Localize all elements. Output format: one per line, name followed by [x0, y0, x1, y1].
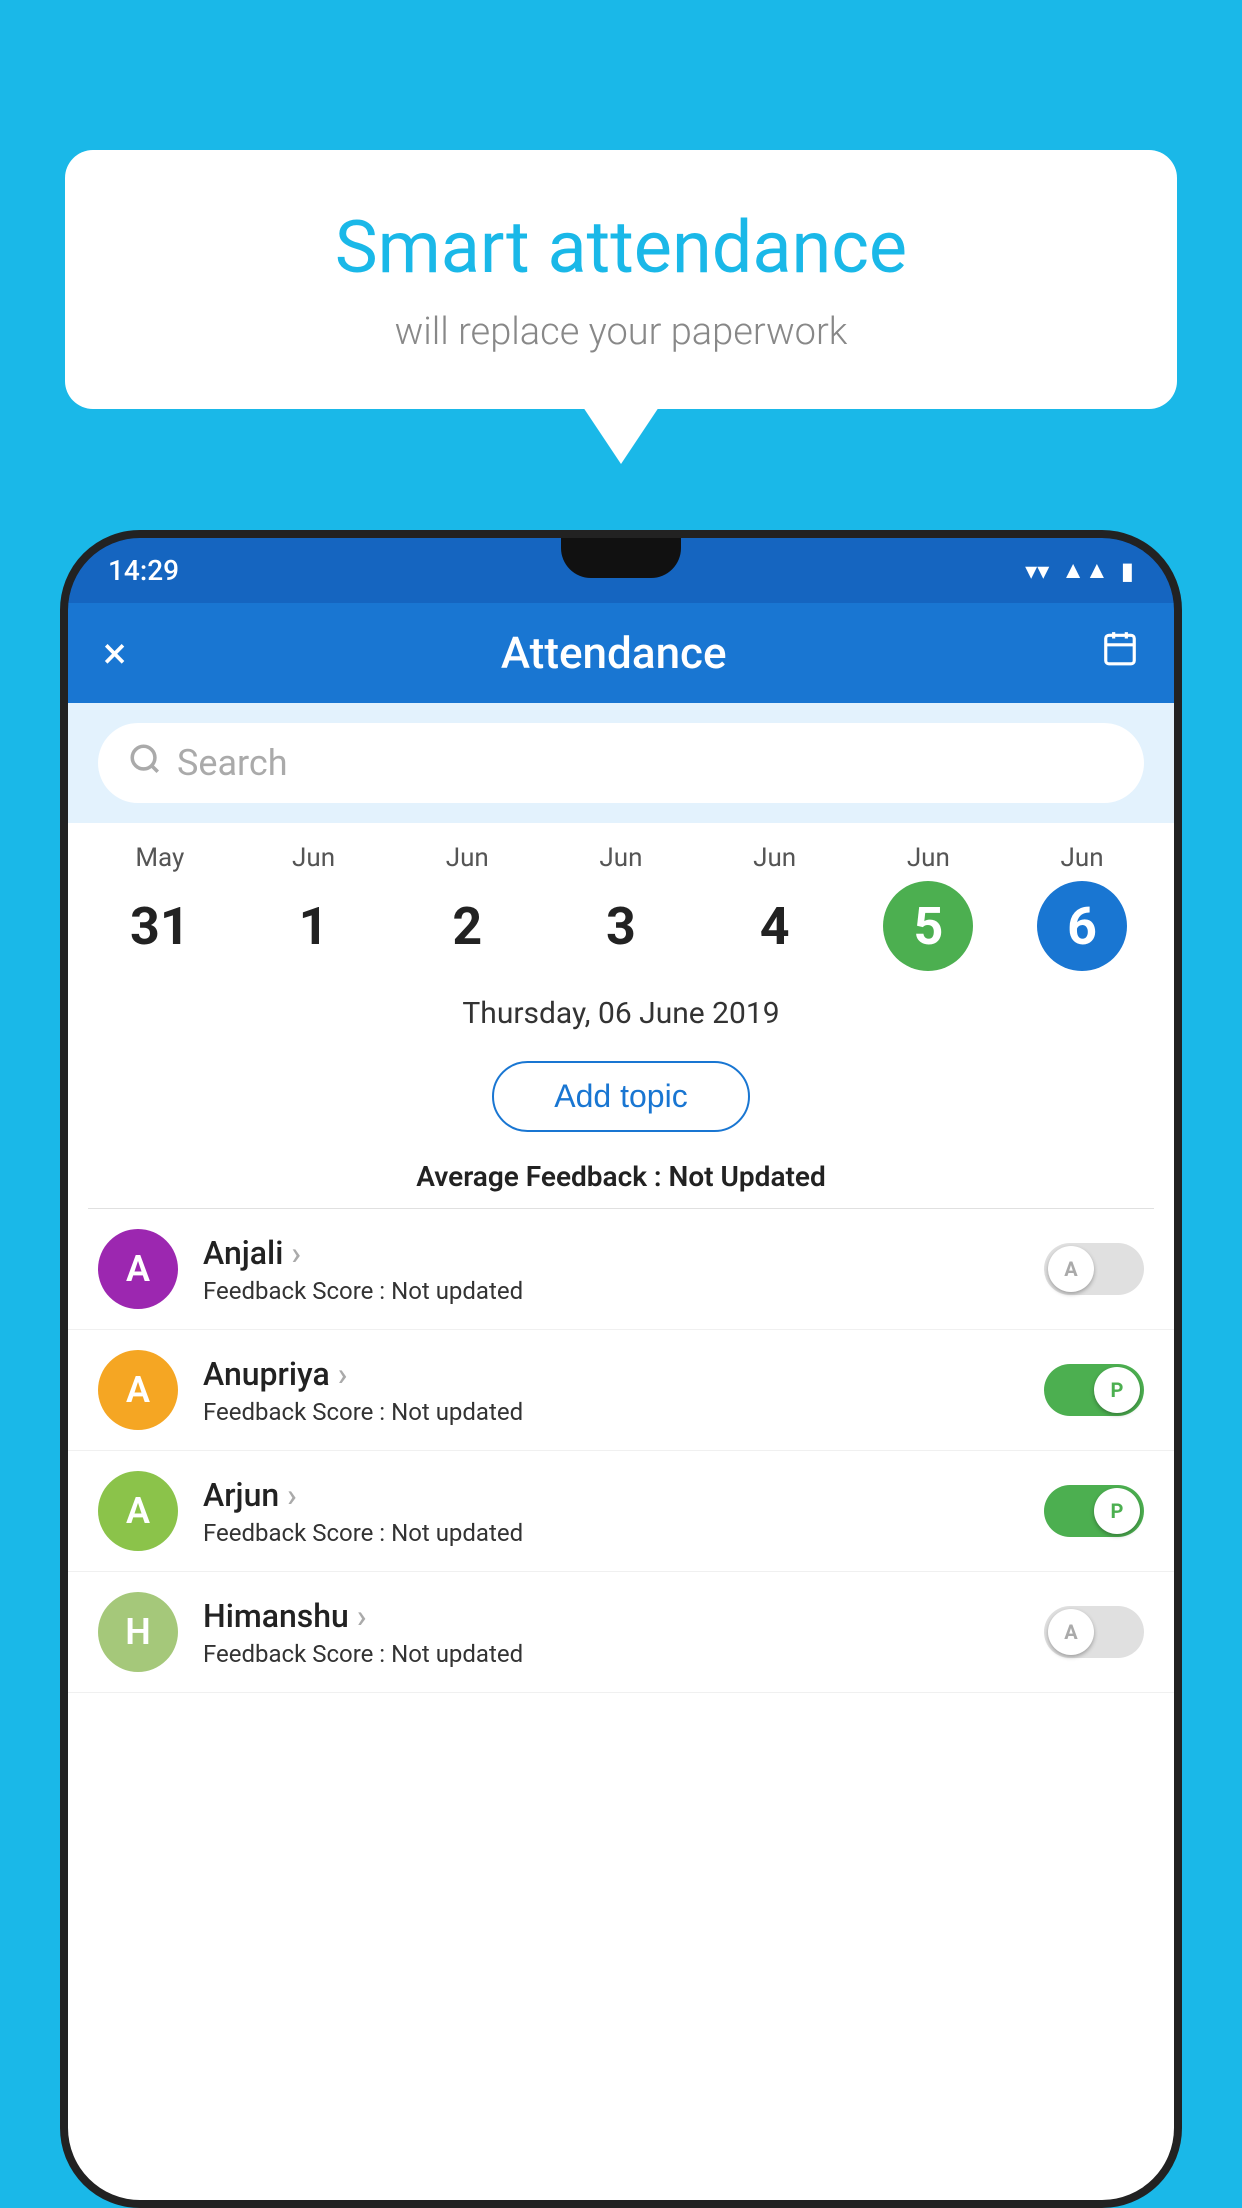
app-bar: × Attendance [68, 603, 1174, 703]
student-item-anupriya[interactable]: A Anupriya Feedback Score : Not updated … [68, 1330, 1174, 1451]
student-item-himanshu[interactable]: H Himanshu Feedback Score : Not updated … [68, 1572, 1174, 1693]
student-avatar-arjun: A [98, 1471, 178, 1551]
selected-date-label: Thursday, 06 June 2019 [68, 981, 1174, 1041]
toggle-anupriya[interactable]: P [1044, 1364, 1144, 1416]
student-item-anjali[interactable]: A Anjali Feedback Score : Not updated A [68, 1209, 1174, 1330]
phone-notch [561, 538, 681, 578]
student-avatar-anupriya: A [98, 1350, 178, 1430]
signal-icon: ▲▲ [1061, 556, 1109, 585]
student-name-anupriya: Anupriya [203, 1355, 1019, 1393]
search-bar[interactable]: Search [98, 723, 1144, 803]
close-button[interactable]: × [103, 627, 126, 679]
student-feedback-anjali: Feedback Score : Not updated [203, 1277, 1019, 1305]
student-avatar-himanshu: H [98, 1592, 178, 1672]
student-name-arjun: Arjun [203, 1476, 1019, 1514]
app-bar-title: Attendance [501, 627, 727, 679]
add-topic-button[interactable]: Add topic [492, 1061, 749, 1132]
search-icon [128, 742, 162, 785]
speech-bubble: Smart attendance will replace your paper… [65, 150, 1177, 409]
student-feedback-anupriya: Feedback Score : Not updated [203, 1398, 1019, 1426]
calendar-day-jun6[interactable]: Jun 6 [1022, 843, 1142, 971]
calendar-strip: May 31 Jun 1 Jun 2 Jun 3 Jun 4 Jun 5 [68, 823, 1174, 981]
toggle-anjali[interactable]: A [1044, 1243, 1144, 1295]
student-info-himanshu: Himanshu Feedback Score : Not updated [203, 1597, 1019, 1668]
student-info-arjun: Arjun Feedback Score : Not updated [203, 1476, 1019, 1547]
student-list: A Anjali Feedback Score : Not updated A … [68, 1209, 1174, 1693]
student-info-anupriya: Anupriya Feedback Score : Not updated [203, 1355, 1019, 1426]
status-icons: ▾▾ ▲▲ ▮ [1025, 556, 1134, 585]
student-item-arjun[interactable]: A Arjun Feedback Score : Not updated P [68, 1451, 1174, 1572]
phone-screen: Search May 31 Jun 1 Jun 2 Jun 3 Jun [68, 703, 1174, 2200]
speech-bubble-container: Smart attendance will replace your paper… [65, 150, 1177, 409]
calendar-day-jun1[interactable]: Jun 1 [254, 843, 374, 971]
student-avatar-anjali: A [98, 1229, 178, 1309]
wifi-icon: ▾▾ [1025, 557, 1049, 585]
speech-bubble-subtitle: will replace your paperwork [125, 310, 1117, 354]
toggle-arjun[interactable]: P [1044, 1485, 1144, 1537]
student-info-anjali: Anjali Feedback Score : Not updated [203, 1234, 1019, 1305]
calendar-day-may31[interactable]: May 31 [100, 843, 220, 971]
student-name-himanshu: Himanshu [203, 1597, 1019, 1635]
search-input-placeholder: Search [177, 742, 288, 784]
phone-frame: 14:29 ▾▾ ▲▲ ▮ × Attendance [60, 530, 1182, 2208]
calendar-icon[interactable] [1101, 629, 1139, 677]
calendar-day-jun3[interactable]: Jun 3 [561, 843, 681, 971]
search-container: Search [68, 703, 1174, 823]
calendar-day-jun4[interactable]: Jun 4 [715, 843, 835, 971]
calendar-day-jun5[interactable]: Jun 5 [868, 843, 988, 971]
toggle-himanshu[interactable]: A [1044, 1606, 1144, 1658]
battery-icon: ▮ [1121, 557, 1134, 585]
speech-bubble-title: Smart attendance [125, 205, 1117, 290]
calendar-day-jun2[interactable]: Jun 2 [407, 843, 527, 971]
student-feedback-himanshu: Feedback Score : Not updated [203, 1640, 1019, 1668]
student-name-anjali: Anjali [203, 1234, 1019, 1272]
avg-feedback: Average Feedback : Not Updated [68, 1152, 1174, 1208]
status-time: 14:29 [108, 554, 179, 587]
student-feedback-arjun: Feedback Score : Not updated [203, 1519, 1019, 1547]
